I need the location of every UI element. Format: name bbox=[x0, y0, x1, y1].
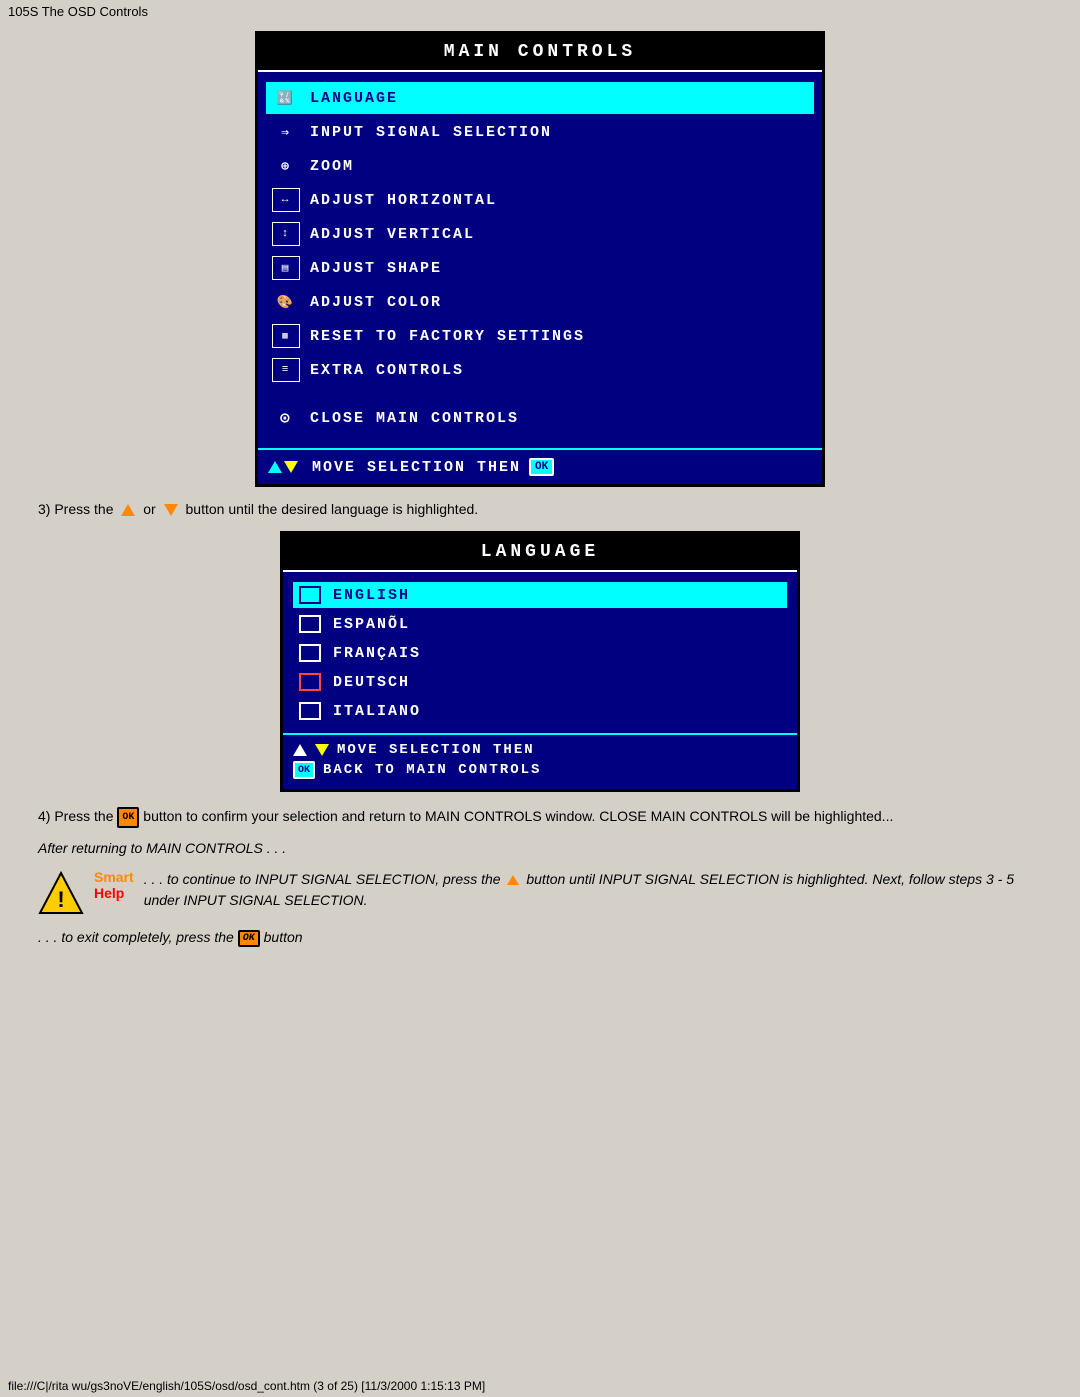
main-controls-osd: MAIN CONTROLS 🔣 LANGUAGE ⇒ INPUT SIGNAL … bbox=[255, 31, 825, 487]
osd-item-extra-controls[interactable]: ≡ EXTRA CONTROLS bbox=[266, 354, 814, 386]
adjust-color-label: ADJUST COLOR bbox=[310, 294, 442, 311]
english-icon bbox=[299, 586, 321, 604]
exit-instruction: . . . to exit completely, press the OK b… bbox=[38, 929, 1042, 947]
lang-footer-line-2: OK BACK TO MAIN CONTROLS bbox=[293, 761, 787, 779]
help-label: Help bbox=[94, 885, 124, 901]
svg-text:!: ! bbox=[57, 887, 64, 912]
extra-icon: ≡ bbox=[272, 358, 300, 382]
close-main-icon: ⊙ bbox=[272, 406, 300, 430]
osd-item-close-main[interactable]: ⊙ CLOSE MAIN CONTROLS bbox=[266, 402, 814, 434]
espanol-label: ESPANÕL bbox=[333, 616, 410, 633]
ok-badge: OK bbox=[529, 458, 554, 476]
nav-icons bbox=[268, 461, 298, 473]
language-osd-footer: MOVE SELECTION THEN OK BACK TO MAIN CONT… bbox=[283, 733, 797, 789]
extra-controls-label: EXTRA CONTROLS bbox=[310, 362, 464, 379]
adjust-horizontal-label: ADJUST HORIZONTAL bbox=[310, 192, 497, 209]
after-returning: After returning to MAIN CONTROLS . . . bbox=[38, 838, 1042, 859]
deutsch-icon bbox=[299, 673, 321, 691]
lang-item-deutsch[interactable]: DEUTSCH bbox=[293, 669, 787, 695]
lang-down-icon bbox=[315, 744, 329, 756]
language-label: LANGUAGE bbox=[310, 90, 398, 107]
down-arrow-icon bbox=[284, 461, 298, 473]
osd-item-adjust-vertical[interactable]: ↕ ADJUST VERTICAL bbox=[266, 218, 814, 250]
ok-exit-icon: OK bbox=[238, 930, 260, 947]
main-controls-body: 🔣 LANGUAGE ⇒ INPUT SIGNAL SELECTION ⊕ ZO… bbox=[258, 72, 822, 448]
zoom-label: ZOOM bbox=[310, 158, 354, 175]
smart-help-labels: Smart Help bbox=[94, 869, 134, 901]
footer-text: MOVE SELECTION THEN bbox=[312, 459, 521, 476]
osd-item-language[interactable]: 🔣 LANGUAGE bbox=[266, 82, 814, 114]
italiano-label: ITALIANO bbox=[333, 703, 421, 720]
instruction-3-end: button until the desired language is hig… bbox=[186, 501, 479, 517]
ok-square: OK bbox=[293, 761, 315, 779]
after-returning-text: After returning to MAIN CONTROLS . . . bbox=[38, 838, 1042, 859]
exit-text-start: . . . to exit completely, press the bbox=[38, 929, 234, 945]
instruction-4-end: button to confirm your selection and ret… bbox=[143, 808, 893, 824]
osd-item-adjust-shape[interactable]: ▤ ADJUST SHAPE bbox=[266, 252, 814, 284]
exit-text-end: button bbox=[264, 929, 303, 945]
lang-item-francais[interactable]: FRANÇAIS bbox=[293, 640, 787, 666]
language-osd: LANGUAGE ENGLISH ESPANÕL FRANÇAIS DEUTSC… bbox=[280, 531, 800, 792]
input-signal-label: INPUT SIGNAL SELECTION bbox=[310, 124, 552, 141]
down-button-icon bbox=[164, 504, 178, 516]
up-button-icon bbox=[121, 504, 135, 516]
title-bar: 105S The OSD Controls bbox=[8, 4, 1072, 19]
adjust-shape-label: ADJUST SHAPE bbox=[310, 260, 442, 277]
osd-item-input-signal[interactable]: ⇒ INPUT SIGNAL SELECTION bbox=[266, 116, 814, 148]
lang-item-english[interactable]: ENGLISH bbox=[293, 582, 787, 608]
page-footer-text: file:///C|/rita wu/gs3noVE/english/105S/… bbox=[8, 1379, 485, 1393]
help-content-1-start: . . . to continue to INPUT SIGNAL SELECT… bbox=[144, 871, 501, 887]
espanol-icon bbox=[299, 615, 321, 633]
lang-footer-text-2: BACK TO MAIN CONTROLS bbox=[323, 762, 541, 778]
language-osd-header: LANGUAGE bbox=[283, 534, 797, 572]
horizontal-icon: ↔ bbox=[272, 188, 300, 212]
osd-item-reset-factory[interactable]: ▦ RESET TO FACTORY SETTINGS bbox=[266, 320, 814, 352]
language-osd-body: ENGLISH ESPANÕL FRANÇAIS DEUTSCH ITALIAN… bbox=[283, 572, 797, 733]
francais-label: FRANÇAIS bbox=[333, 645, 421, 662]
lang-footer-text-1: MOVE SELECTION THEN bbox=[337, 742, 535, 758]
italiano-icon bbox=[299, 702, 321, 720]
up-arrow-icon bbox=[268, 461, 282, 473]
instruction-4-start: 4) Press the bbox=[38, 808, 113, 824]
warning-triangle-icon: ! bbox=[38, 871, 84, 917]
instruction-3-or: or bbox=[143, 501, 155, 517]
francais-icon bbox=[299, 644, 321, 662]
osd-item-adjust-horizontal[interactable]: ↔ ADJUST HORIZONTAL bbox=[266, 184, 814, 216]
instruction-3: 3) Press the or button until the desired… bbox=[38, 501, 1042, 517]
lang-footer-line-1: MOVE SELECTION THEN bbox=[293, 742, 787, 758]
zoom-icon: ⊕ bbox=[272, 154, 300, 178]
lang-item-espanol[interactable]: ESPANÕL bbox=[293, 611, 787, 637]
instruction-4: 4) Press the OK button to confirm your s… bbox=[38, 806, 1042, 828]
close-main-label: CLOSE MAIN CONTROLS bbox=[310, 410, 519, 427]
page-footer: file:///C|/rita wu/gs3noVE/english/105S/… bbox=[8, 1379, 485, 1393]
osd-item-adjust-color[interactable]: 🎨 ADJUST COLOR bbox=[266, 286, 814, 318]
smart-label: Smart bbox=[94, 869, 134, 885]
main-controls-footer: MOVE SELECTION THEN OK bbox=[258, 448, 822, 484]
main-controls-header: MAIN CONTROLS bbox=[258, 34, 822, 72]
lang-up-icon bbox=[293, 744, 307, 756]
shape-icon: ▤ bbox=[272, 256, 300, 280]
title-text: 105S The OSD Controls bbox=[8, 4, 148, 19]
help-up-arrow-icon bbox=[507, 875, 519, 885]
ok-inline-icon: OK bbox=[117, 807, 139, 828]
help-content: . . . to continue to INPUT SIGNAL SELECT… bbox=[144, 869, 1042, 911]
adjust-vertical-label: ADJUST VERTICAL bbox=[310, 226, 475, 243]
lang-item-italiano[interactable]: ITALIANO bbox=[293, 698, 787, 724]
vertical-icon: ↕ bbox=[272, 222, 300, 246]
deutsch-label: DEUTSCH bbox=[333, 674, 410, 691]
reset-icon: ▦ bbox=[272, 324, 300, 348]
language-icon: 🔣 bbox=[272, 86, 300, 110]
osd-item-zoom[interactable]: ⊕ ZOOM bbox=[266, 150, 814, 182]
color-icon: 🎨 bbox=[272, 290, 300, 314]
english-label: ENGLISH bbox=[333, 587, 410, 604]
reset-factory-label: RESET TO FACTORY SETTINGS bbox=[310, 328, 585, 345]
instruction-3-start: 3) Press the bbox=[38, 501, 113, 517]
input-signal-icon: ⇒ bbox=[272, 120, 300, 144]
smart-help-block: ! Smart Help . . . to continue to INPUT … bbox=[38, 869, 1042, 917]
